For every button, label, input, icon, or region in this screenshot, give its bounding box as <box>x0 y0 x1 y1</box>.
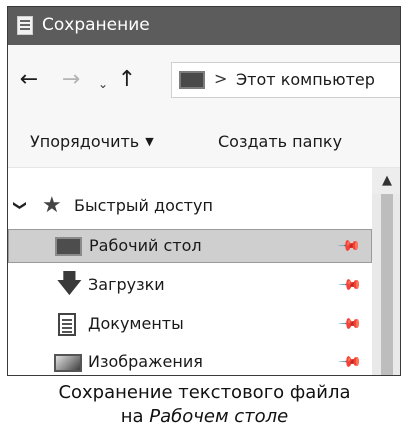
pin-icon[interactable]: 📌 <box>338 311 364 337</box>
nav-item-label: Загрузки <box>88 275 165 294</box>
chevron-down-icon[interactable]: ❯ <box>12 200 27 211</box>
up-arrow-icon[interactable]: ↑ <box>116 69 138 91</box>
caption-line-2: на Рабочем столе <box>0 405 409 429</box>
computer-icon <box>179 71 205 89</box>
address-bar: ← → ⌄ ↑ > Этот компьютер <box>8 45 400 118</box>
caption-line-1: Сохранение текстового файла <box>58 382 351 403</box>
pin-icon[interactable]: 📌 <box>338 272 364 298</box>
vertical-scrollbar[interactable]: ▲ <box>372 168 400 375</box>
figure-caption: Сохранение текстового файла на Рабочем с… <box>0 381 409 429</box>
nav-item-label: Рабочий стол <box>89 236 202 255</box>
caption-italic: Рабочем столе <box>149 406 289 427</box>
nav-item-label: Быстрый доступ <box>74 196 213 215</box>
notepad-icon <box>17 16 33 35</box>
pin-icon[interactable]: 📌 <box>337 233 363 259</box>
star-icon: ★ <box>42 193 62 218</box>
scroll-up-arrow-icon[interactable]: ▲ <box>372 168 400 194</box>
nav-item-label: Изображения <box>88 352 203 371</box>
recent-locations-chevron-icon[interactable]: ⌄ <box>92 73 114 95</box>
nav-item-quick-access[interactable]: ❯ ★ Быстрый доступ <box>8 190 372 224</box>
download-arrow-icon: 🡇 <box>56 269 83 299</box>
nav-item-desktop[interactable]: Рабочий стол 📌 <box>8 229 372 263</box>
caret-down-icon: ▼ <box>145 135 154 148</box>
save-dialog: Сохранение ← → ⌄ ↑ > Этот компьютер Упор… <box>7 6 401 376</box>
navigation-pane: ❯ ★ Быстрый доступ Рабочий стол 📌 🡇 Загр… <box>8 168 372 375</box>
organize-button[interactable]: Упорядочить ▼ <box>30 132 154 151</box>
nav-item-documents[interactable]: Документы 📌 <box>8 308 372 342</box>
forward-arrow-icon[interactable]: → <box>60 69 82 91</box>
document-icon <box>58 313 76 336</box>
nav-item-label: Документы <box>88 314 184 333</box>
nav-item-pictures[interactable]: Изображения 📌 <box>8 346 372 375</box>
new-folder-button[interactable]: Создать папку <box>218 132 342 151</box>
nav-item-downloads[interactable]: 🡇 Загрузки 📌 <box>8 269 372 303</box>
desktop-icon <box>55 237 82 256</box>
back-arrow-icon[interactable]: ← <box>18 69 40 91</box>
window-title: Сохранение <box>42 15 150 35</box>
title-bar[interactable]: Сохранение <box>8 7 400 45</box>
pin-icon[interactable]: 📌 <box>338 349 364 375</box>
scroll-thumb[interactable] <box>381 194 393 375</box>
picture-icon <box>54 354 82 372</box>
breadcrumb-separator: > <box>214 69 228 88</box>
command-bar: Упорядочить ▼ Создать папку <box>8 118 400 168</box>
organize-label: Упорядочить <box>30 132 140 151</box>
address-field[interactable]: > Этот компьютер <box>171 62 400 98</box>
breadcrumb-location[interactable]: Этот компьютер <box>236 70 375 89</box>
caption-prefix: на <box>120 406 150 427</box>
